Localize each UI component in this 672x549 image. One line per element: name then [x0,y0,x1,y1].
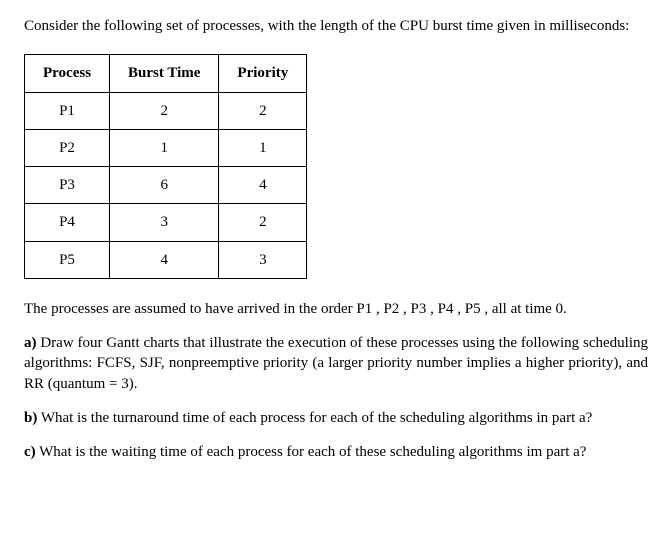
table-header-row: Process Burst Time Priority [25,55,307,92]
table-row: P2 1 1 [25,129,307,166]
process-table: Process Burst Time Priority P1 2 2 P2 1 … [24,54,307,279]
intro-text: Consider the following set of processes,… [24,16,648,36]
table-row: P3 6 4 [25,167,307,204]
header-burst-time: Burst Time [110,55,219,92]
header-process: Process [25,55,110,92]
cell-priority: 4 [219,167,307,204]
question-a-text: Draw four Gantt charts that illustrate t… [24,335,648,392]
table-row: P5 4 3 [25,241,307,278]
cell-process: P5 [25,241,110,278]
cell-process: P4 [25,204,110,241]
cell-priority: 1 [219,129,307,166]
cell-burst: 4 [110,241,219,278]
cell-priority: 3 [219,241,307,278]
table-row: P1 2 2 [25,92,307,129]
question-c: c) What is the waiting time of each proc… [24,442,648,462]
question-b-text: What is the turnaround time of each proc… [37,410,592,426]
cell-burst: 3 [110,204,219,241]
cell-process: P1 [25,92,110,129]
cell-burst: 1 [110,129,219,166]
question-b-label: b) [24,410,37,426]
question-c-label: c) [24,444,36,460]
question-a-label: a) [24,335,37,351]
cell-process: P3 [25,167,110,204]
cell-priority: 2 [219,204,307,241]
assumption-text: The processes are assumed to have arrive… [24,299,648,319]
question-b: b) What is the turnaround time of each p… [24,408,648,428]
cell-priority: 2 [219,92,307,129]
question-a: a) Draw four Gantt charts that illustrat… [24,333,648,394]
table-row: P4 3 2 [25,204,307,241]
header-priority: Priority [219,55,307,92]
cell-burst: 2 [110,92,219,129]
cell-burst: 6 [110,167,219,204]
cell-process: P2 [25,129,110,166]
question-c-text: What is the waiting time of each process… [36,444,587,460]
